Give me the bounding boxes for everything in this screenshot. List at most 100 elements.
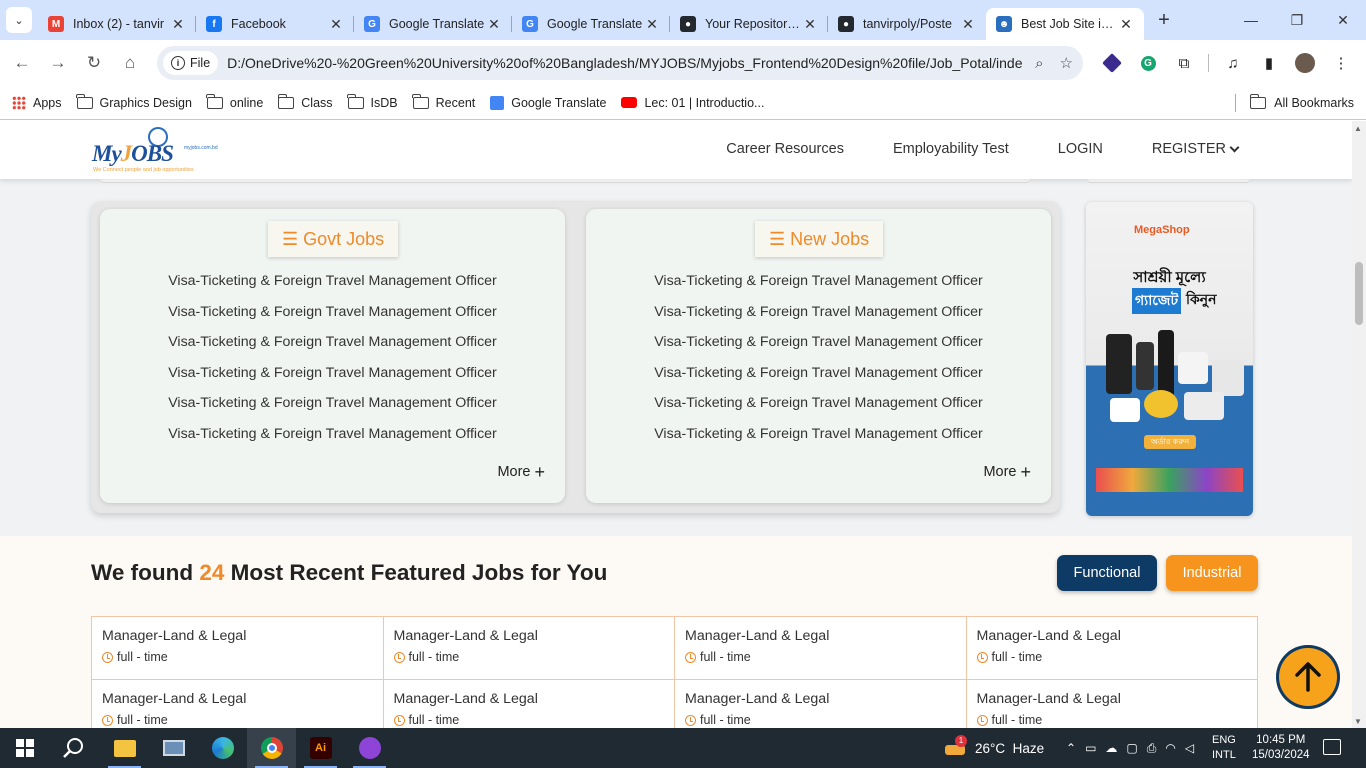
nav-login[interactable]: LOGIN <box>1058 141 1103 157</box>
govt-more-link[interactable]: More + <box>497 463 545 481</box>
bookmark-item[interactable]: Google Translate <box>490 95 606 110</box>
github-desktop-icon[interactable] <box>345 728 394 768</box>
zoom-icon[interactable]: ⌕ <box>1035 55 1043 72</box>
job-title[interactable]: Manager-Land & Legal <box>394 691 665 707</box>
profile-avatar[interactable] <box>1287 46 1323 80</box>
job-link[interactable]: Visa-Ticketing & Foreign Travel Manageme… <box>100 393 565 424</box>
back-arrow-icon[interactable]: ← <box>4 45 40 81</box>
extension-cube-icon[interactable] <box>1094 46 1130 80</box>
nav-register[interactable]: REGISTER <box>1152 141 1240 157</box>
browser-tab[interactable]: f Facebook ✕ <box>196 8 354 40</box>
job-link[interactable]: Visa-Ticketing & Foreign Travel Manageme… <box>100 363 565 394</box>
wifi-icon[interactable]: ◠ <box>1165 741 1175 755</box>
meet-icon[interactable]: ⎙ <box>1147 741 1157 756</box>
language-indicator[interactable]: ENG INTL <box>1212 733 1236 763</box>
browser-tab[interactable]: ☻ Best Job Site in B ✕ <box>986 8 1144 40</box>
close-tab-icon[interactable]: ✕ <box>170 16 186 33</box>
job-link[interactable]: Visa-Ticketing & Foreign Travel Manageme… <box>100 424 565 455</box>
media-control-icon[interactable]: ♫ <box>1215 46 1251 80</box>
job-link[interactable]: Visa-Ticketing & Foreign Travel Manageme… <box>586 271 1051 302</box>
volume-icon[interactable]: ◁ <box>1185 741 1194 755</box>
industrial-button[interactable]: Industrial <box>1166 555 1258 591</box>
reload-icon[interactable]: ↻ <box>76 45 112 81</box>
job-title[interactable]: Manager-Land & Legal <box>102 628 373 644</box>
job-link[interactable]: Visa-Ticketing & Foreign Travel Manageme… <box>586 302 1051 333</box>
onedrive-icon[interactable]: ☁ <box>1105 741 1117 755</box>
chrome-menu-icon[interactable]: ⋮ <box>1323 46 1359 80</box>
close-window-icon[interactable]: ✕ <box>1320 0 1366 40</box>
bookmark-item[interactable]: Recent <box>412 93 475 110</box>
bookmark-item[interactable]: IsDB <box>346 93 398 110</box>
edge-icon[interactable] <box>198 728 247 768</box>
file-explorer-icon[interactable] <box>100 728 149 768</box>
illustrator-icon[interactable]: Ai <box>296 728 345 768</box>
side-panel-icon[interactable]: ▮ <box>1251 46 1287 80</box>
job-title[interactable]: Manager-Land & Legal <box>977 691 1248 707</box>
nav-career-resources[interactable]: Career Resources <box>726 141 844 157</box>
scrollbar-thumb[interactable] <box>1355 262 1363 325</box>
job-link[interactable]: Visa-Ticketing & Foreign Travel Manageme… <box>100 332 565 363</box>
featured-job-card[interactable]: Manager-Land & Legal full - time <box>383 617 675 680</box>
forward-arrow-icon[interactable]: → <box>40 45 76 81</box>
job-title[interactable]: Manager-Land & Legal <box>102 691 373 707</box>
megashop-ad-banner[interactable]: MegaShop সাশ্রয়ী মূল্যে গ্যাজেট কিনুন অ… <box>1086 202 1253 516</box>
search-icon[interactable] <box>49 728 98 768</box>
windows-start-icon[interactable] <box>0 728 49 768</box>
browser-tab[interactable]: M Inbox (2) - tanvir ✕ <box>38 8 196 40</box>
nav-employability-test[interactable]: Employability Test <box>893 141 1009 157</box>
home-icon[interactable]: ⌂ <box>112 45 148 81</box>
myjobs-logo[interactable]: MyJOBS myjobs.com.bd We Connect people a… <box>92 127 218 175</box>
chrome-icon[interactable] <box>247 728 296 768</box>
notification-icon[interactable] <box>1323 739 1341 755</box>
close-tab-icon[interactable]: ✕ <box>960 16 976 33</box>
scroll-to-top-button[interactable] <box>1276 645 1340 709</box>
ad-order-button[interactable]: অর্ডার করুন <box>1144 435 1196 449</box>
close-tab-icon[interactable]: ✕ <box>328 16 344 33</box>
bookmark-item[interactable]: Apps <box>12 95 62 110</box>
job-link[interactable]: Visa-Ticketing & Foreign Travel Manageme… <box>586 424 1051 455</box>
minimize-icon[interactable]: — <box>1228 0 1274 40</box>
new-more-link[interactable]: More + <box>983 463 1031 481</box>
browser-tab[interactable]: G Google Translate ✕ <box>354 8 512 40</box>
weather-widget[interactable]: 1 26°C Haze <box>945 728 1044 768</box>
bookmark-item[interactable]: Class <box>277 93 333 110</box>
close-tab-icon[interactable]: ✕ <box>644 16 660 33</box>
job-title[interactable]: Manager-Land & Legal <box>394 628 665 644</box>
featured-job-card[interactable]: Manager-Land & Legal full - time <box>966 680 1258 728</box>
featured-job-card[interactable]: Manager-Land & Legal full - time <box>966 617 1258 680</box>
all-bookmarks-link[interactable]: All Bookmarks <box>1274 96 1354 110</box>
close-tab-icon[interactable]: ✕ <box>486 16 502 33</box>
job-link[interactable]: Visa-Ticketing & Foreign Travel Manageme… <box>100 271 565 302</box>
scroll-down-icon[interactable]: ▼ <box>1354 717 1362 726</box>
tab-search-button[interactable]: ⌄ <box>6 7 32 33</box>
browser-tab[interactable]: G Google Translate ✕ <box>512 8 670 40</box>
network-tray-icon[interactable]: ▭ <box>1085 741 1096 755</box>
scroll-up-icon[interactable]: ▲ <box>1354 124 1362 133</box>
close-tab-icon[interactable]: ✕ <box>802 16 818 33</box>
job-title[interactable]: Manager-Land & Legal <box>685 691 956 707</box>
computer-app-icon[interactable] <box>149 728 198 768</box>
browser-tab[interactable]: ● Your Repositories ✕ <box>670 8 828 40</box>
url-text[interactable]: D:/OneDrive%20-%20Green%20University%20o… <box>227 55 1022 71</box>
bookmark-star-icon[interactable]: ☆ <box>1060 54 1073 72</box>
functional-button[interactable]: Functional <box>1057 555 1157 591</box>
job-link[interactable]: Visa-Ticketing & Foreign Travel Manageme… <box>100 302 565 333</box>
site-info-chip[interactable]: i File <box>163 51 219 75</box>
featured-job-card[interactable]: Manager-Land & Legal full - time <box>675 617 967 680</box>
featured-job-card[interactable]: Manager-Land & Legal full - time <box>92 617 384 680</box>
page-scrollbar[interactable]: ▲ ▼ <box>1352 121 1366 728</box>
job-link[interactable]: Visa-Ticketing & Foreign Travel Manageme… <box>586 393 1051 424</box>
job-title[interactable]: Manager-Land & Legal <box>977 628 1248 644</box>
extensions-puzzle-icon[interactable]: ⧉ <box>1166 46 1202 80</box>
chevron-up-icon[interactable]: ⌃ <box>1066 741 1076 755</box>
featured-job-card[interactable]: Manager-Land & Legal full - time <box>675 680 967 728</box>
new-jobs-title[interactable]: ☰ New Jobs <box>755 221 884 257</box>
display-icon[interactable]: ▢ <box>1126 741 1137 755</box>
new-tab-button[interactable]: + <box>1150 9 1178 32</box>
browser-tab[interactable]: ● tanvirpoly/Poste ✕ <box>828 8 986 40</box>
featured-job-card[interactable]: Manager-Land & Legal full - time <box>92 680 384 728</box>
featured-job-card[interactable]: Manager-Land & Legal full - time <box>383 680 675 728</box>
job-link[interactable]: Visa-Ticketing & Foreign Travel Manageme… <box>586 363 1051 394</box>
address-bar[interactable]: i File D:/OneDrive%20-%20Green%20Univers… <box>157 46 1083 80</box>
bookmark-item[interactable]: online <box>206 93 263 110</box>
